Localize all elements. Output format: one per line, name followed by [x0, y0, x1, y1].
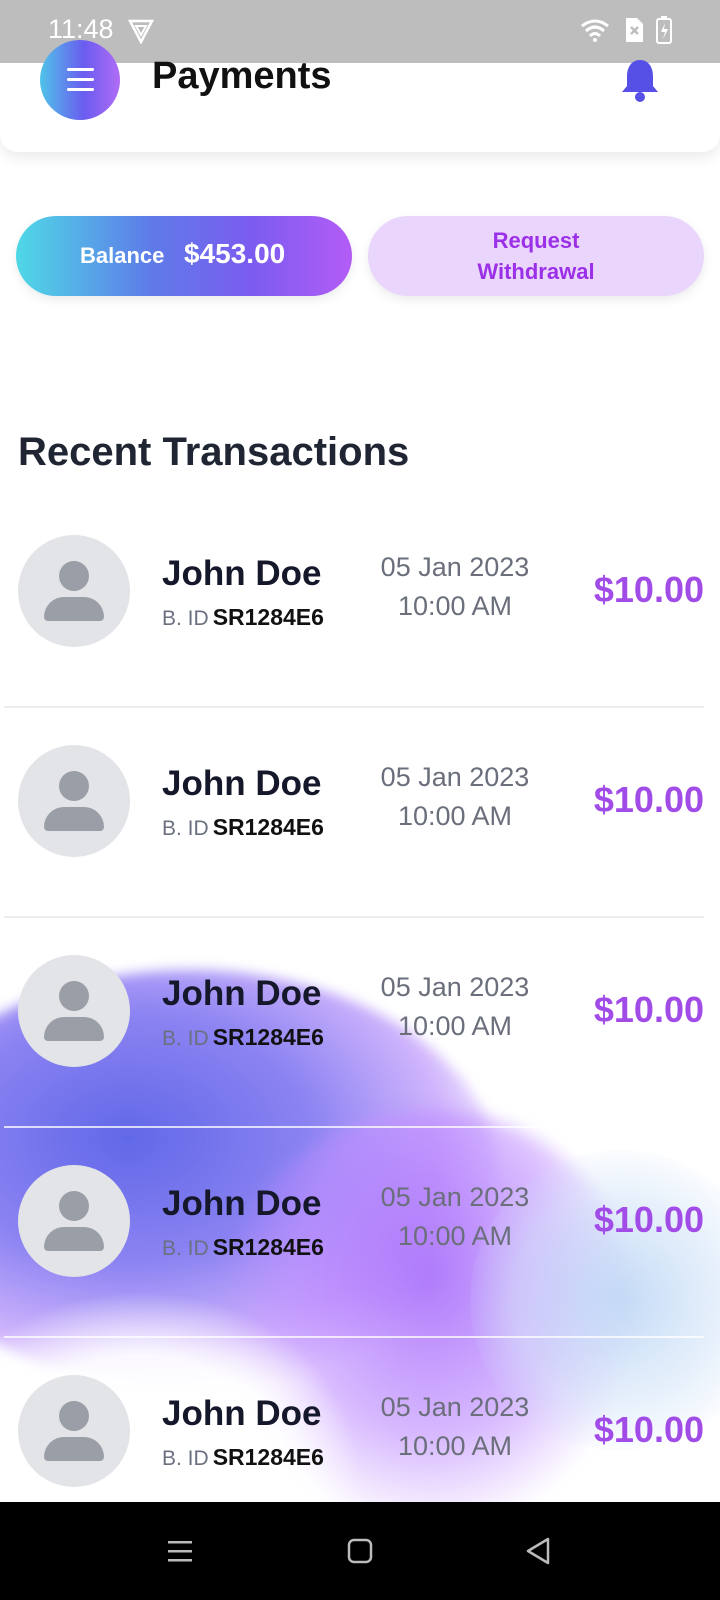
withdraw-label-line2: Withdrawal: [477, 259, 595, 284]
transaction-datetime: 05 Jan 2023 10:00 AM: [380, 552, 530, 621]
transaction-amount: $10.00: [593, 989, 704, 1030]
transaction-datetime: 05 Jan 2023 10:00 AM: [380, 1182, 530, 1251]
sim-icon: [626, 18, 643, 42]
booking-id: B. ID SR1284E6: [162, 814, 324, 840]
vpn-icon: [128, 19, 154, 44]
recent-apps-icon[interactable]: [166, 1538, 194, 1564]
transaction-amount: $10.00: [593, 1199, 704, 1240]
balance-pill: Balance $453.00: [16, 216, 352, 296]
transaction-datetime: 05 Jan 2023 10:00 AM: [380, 762, 530, 831]
payer-name: John Doe: [162, 1184, 322, 1223]
payer-name: John Doe: [162, 974, 322, 1013]
balance-label: Balance: [80, 243, 165, 268]
transaction-row[interactable]: John Doe B. ID SR1284E6 05 Jan 2023 10:00 …: [0, 708, 720, 918]
booking-id: B. ID SR1284E6: [162, 1234, 324, 1260]
booking-id: B. ID SR1284E6: [162, 1444, 324, 1470]
avatar: [18, 745, 130, 857]
booking-id: B. ID SR1284E6: [162, 1024, 324, 1050]
menu-icon: [67, 68, 94, 71]
balance-amount: $453.00: [184, 238, 286, 269]
transaction-datetime: 05 Jan 2023 10:00 AM: [380, 972, 530, 1041]
wifi-icon: [581, 19, 609, 42]
booking-id: B. ID SR1284E6: [162, 604, 324, 630]
page-title: Payments: [152, 55, 332, 97]
request-withdrawal-button[interactable]: Request Withdrawal: [368, 216, 704, 296]
transaction-amount: $10.00: [593, 1409, 704, 1450]
menu-button[interactable]: [40, 40, 120, 120]
transaction-row[interactable]: John Doe B. ID SR1284E6 05 Jan 2023 10:00 …: [0, 918, 720, 1128]
withdraw-label-line1: Request: [492, 228, 580, 253]
transaction-row[interactable]: John Doe B. ID SR1284E6 05 Jan 2023 10:00 …: [0, 498, 720, 708]
payer-name: John Doe: [162, 554, 322, 593]
avatar: [18, 1375, 130, 1487]
status-icons: [580, 16, 672, 44]
transaction-row[interactable]: John Doe B. ID SR1284E6 05 Jan 2023 10:00 …: [0, 1128, 720, 1338]
battery-icon: [656, 16, 672, 44]
back-icon[interactable]: [524, 1536, 552, 1566]
transaction-datetime: 05 Jan 2023 10:00 AM: [380, 1392, 530, 1461]
transaction-amount: $10.00: [593, 569, 704, 610]
notification-bell-icon[interactable]: [620, 58, 660, 102]
section-title: Recent Transactions: [18, 430, 410, 474]
avatar: [18, 535, 130, 647]
system-navigation-bar: [0, 1502, 720, 1600]
payer-name: John Doe: [162, 764, 322, 803]
avatar: [18, 1165, 130, 1277]
payer-name: John Doe: [162, 1394, 322, 1433]
avatar: [18, 955, 130, 1067]
home-icon[interactable]: [347, 1538, 373, 1564]
transaction-amount: $10.00: [593, 779, 704, 820]
